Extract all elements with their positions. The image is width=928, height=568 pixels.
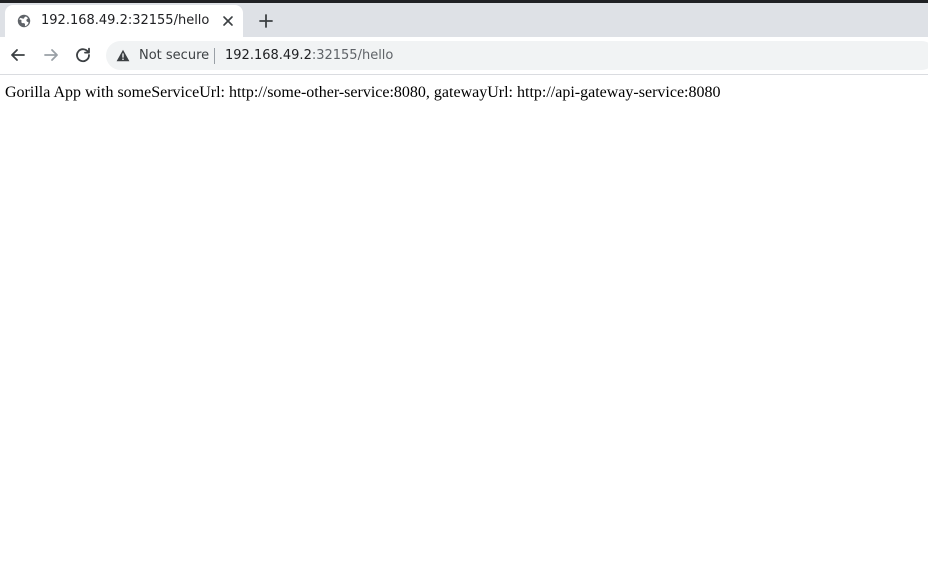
globe-icon — [17, 14, 31, 28]
plus-icon[interactable] — [258, 13, 274, 29]
arrow-left-icon[interactable] — [9, 46, 27, 64]
close-icon[interactable] — [222, 15, 234, 27]
omnibox-divider — [214, 48, 215, 64]
address-bar[interactable]: Not secure 192.168.49.2:32155/hello — [106, 41, 928, 70]
url-text[interactable]: 192.168.49.2:32155/hello — [225, 48, 393, 63]
arrow-right-icon[interactable] — [42, 46, 60, 64]
tab-active[interactable]: 192.168.49.2:32155/hello — [5, 5, 243, 37]
tab-strip: 192.168.49.2:32155/hello — [0, 3, 928, 37]
reload-icon[interactable] — [74, 46, 92, 64]
browser-window: 192.168.49.2:32155/hello Not secure 192.… — [0, 0, 928, 568]
page-body-text: Gorilla App with someServiceUrl: http://… — [5, 84, 721, 101]
url-path: :32155/hello — [311, 48, 394, 63]
tab-title: 192.168.49.2:32155/hello — [41, 13, 210, 28]
security-label[interactable]: Not secure — [139, 48, 209, 63]
warning-icon[interactable] — [116, 49, 130, 62]
url-host: 192.168.49.2 — [225, 48, 312, 63]
page-content: Gorilla App with someServiceUrl: http://… — [0, 75, 928, 568]
browser-toolbar: Not secure 192.168.49.2:32155/hello — [0, 37, 928, 75]
